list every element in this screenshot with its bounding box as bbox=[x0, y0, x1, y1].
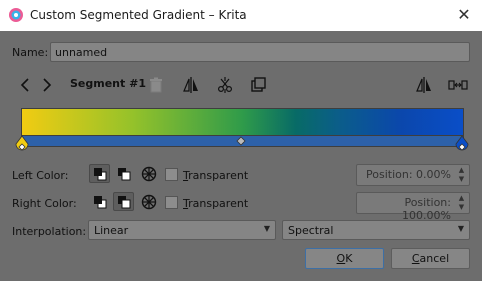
krita-logo-icon bbox=[9, 8, 23, 22]
gradient-preview[interactable] bbox=[21, 108, 464, 136]
name-label: Name: bbox=[12, 46, 49, 59]
right-transparent-label: Transparent bbox=[183, 197, 249, 210]
left-transparent-label: Transparent bbox=[183, 169, 249, 182]
distribute-handles-icon[interactable] bbox=[447, 74, 469, 96]
trash-icon[interactable] bbox=[145, 74, 167, 96]
left-stop-handle[interactable] bbox=[15, 135, 29, 151]
right-background-color-button[interactable] bbox=[113, 192, 134, 211]
flip-gradient-icon[interactable] bbox=[413, 74, 435, 96]
window-title: Custom Segmented Gradient – Krita bbox=[30, 8, 247, 22]
split-segment-icon[interactable] bbox=[214, 74, 236, 96]
interpolation-value: Linear bbox=[94, 224, 129, 237]
right-color-label: Right Color: bbox=[12, 197, 77, 210]
flip-segment-icon[interactable] bbox=[180, 74, 202, 96]
arrow-right-icon[interactable] bbox=[36, 74, 58, 96]
duplicate-segment-icon[interactable] bbox=[248, 74, 270, 96]
right-stop-handle[interactable] bbox=[455, 135, 469, 151]
left-transparent-checkbox[interactable] bbox=[165, 168, 178, 181]
chevron-down-icon: ▼ bbox=[263, 224, 270, 233]
left-position-text: Position: 0.00% bbox=[366, 168, 451, 181]
left-background-color-button[interactable] bbox=[113, 164, 134, 183]
name-input[interactable]: unnamed bbox=[50, 42, 470, 62]
left-position-spinbox[interactable]: Position: 0.00% ▲ ▼ bbox=[356, 164, 470, 186]
right-custom-color-icon[interactable] bbox=[138, 192, 159, 211]
midpoint-handle[interactable] bbox=[236, 136, 246, 146]
color-interpolation-select[interactable]: Spectral ▼ bbox=[282, 220, 470, 240]
color-interpolation-value: Spectral bbox=[288, 224, 334, 237]
cancel-button[interactable]: Cancel bbox=[391, 248, 470, 269]
spin-arrows-icon[interactable]: ▲ ▼ bbox=[455, 194, 468, 212]
left-color-label: Left Color: bbox=[12, 169, 69, 182]
close-icon[interactable]: ✕ bbox=[452, 4, 476, 26]
gradient-dialog: Name: unnamed Segment #1 Left Color: Tra… bbox=[1, 31, 481, 280]
left-custom-color-icon[interactable] bbox=[138, 164, 159, 183]
right-position-spinbox[interactable]: Position: 100.00% ▲ ▼ bbox=[356, 192, 470, 222]
title-bar: Custom Segmented Gradient – Krita ✕ bbox=[0, 0, 482, 31]
right-transparent-checkbox[interactable] bbox=[165, 196, 178, 209]
interpolation-select[interactable]: Linear ▼ bbox=[88, 220, 276, 240]
left-foreground-color-button[interactable] bbox=[89, 164, 110, 183]
segment-label: Segment #1 bbox=[70, 77, 146, 90]
right-foreground-color-button[interactable] bbox=[89, 192, 110, 211]
right-position-text: Position: 100.00% bbox=[402, 196, 451, 222]
arrow-left-icon[interactable] bbox=[14, 74, 36, 96]
ok-button[interactable]: OK bbox=[305, 248, 384, 269]
chevron-down-icon: ▼ bbox=[457, 224, 464, 233]
spin-arrows-icon[interactable]: ▲ ▼ bbox=[455, 166, 468, 184]
interpolation-label: Interpolation: bbox=[12, 225, 87, 238]
